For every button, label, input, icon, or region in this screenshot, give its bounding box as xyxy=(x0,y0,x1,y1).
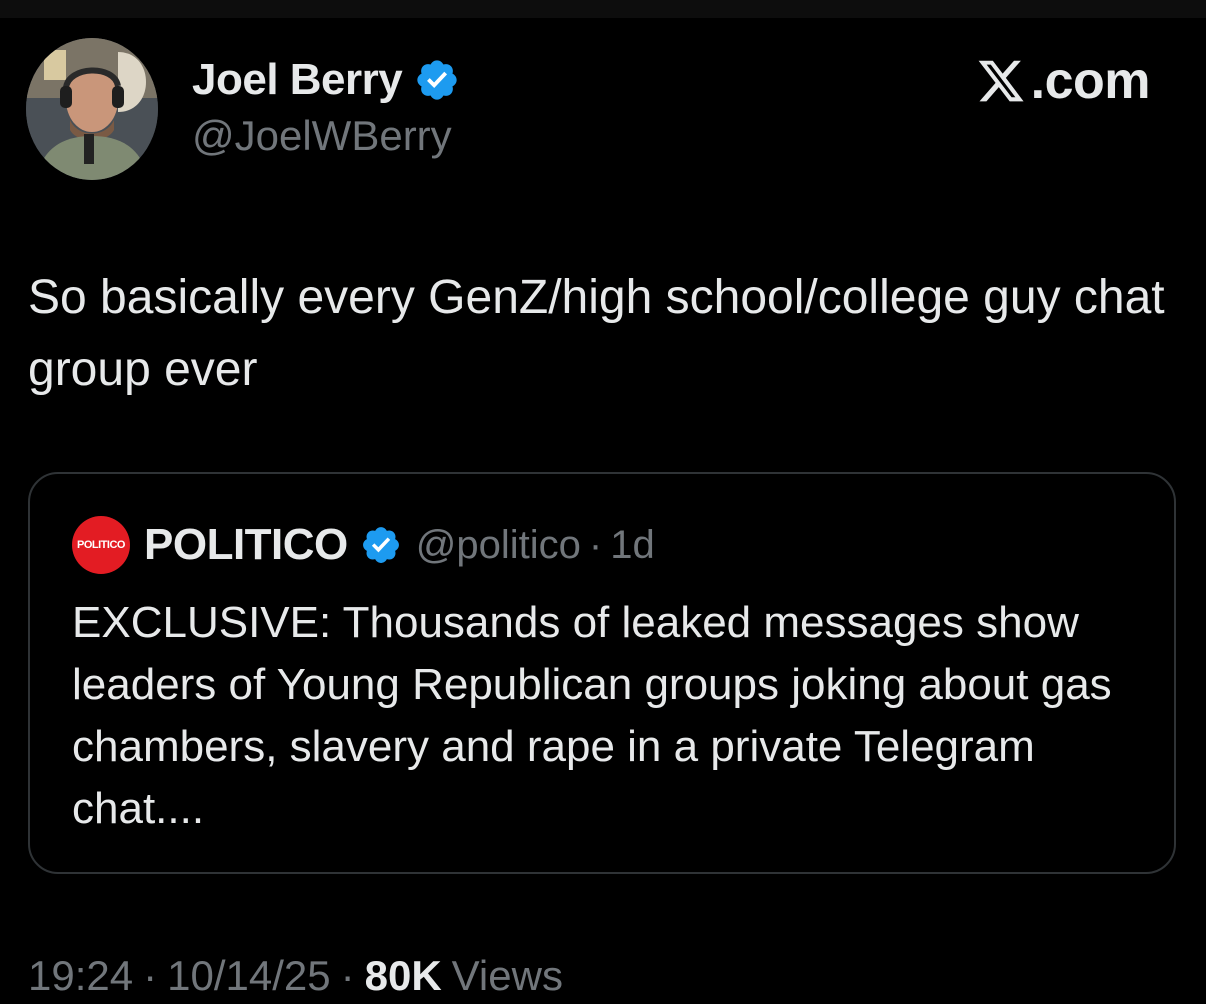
politico-logo[interactable]: POLITICO xyxy=(72,516,130,574)
x-brand[interactable]: .com xyxy=(975,50,1151,112)
tweet-time[interactable]: 19:24 xyxy=(28,952,133,1000)
politico-logo-text: POLITICO xyxy=(77,539,125,551)
avatar-photo xyxy=(26,38,158,180)
quoted-author-name[interactable]: POLITICO xyxy=(144,520,348,570)
brand-domain-label: .com xyxy=(1030,52,1151,110)
author-name[interactable]: Joel Berry xyxy=(192,55,403,105)
quoted-author-handle[interactable]: @politico xyxy=(416,523,581,568)
quoted-tweet-text: EXCLUSIVE: Thousands of leaked messages … xyxy=(72,598,1112,833)
tweet-text: So basically every GenZ/high school/coll… xyxy=(28,271,1165,396)
quoted-tweet-header: POLITICO POLITICO @politico · 1d xyxy=(72,516,655,574)
quoted-tweet-card[interactable]: POLITICO POLITICO @politico · 1d EXCLUSI… xyxy=(28,472,1176,874)
author-avatar[interactable] xyxy=(26,38,158,180)
quoted-verified-badge-icon xyxy=(360,524,402,566)
views-count[interactable]: 80K xyxy=(365,952,442,1000)
author-name-row: Joel Berry xyxy=(192,52,460,108)
top-status-strip xyxy=(0,0,1206,18)
views-label: Views xyxy=(451,952,563,999)
quoted-timestamp[interactable]: 1d xyxy=(610,523,655,568)
x-logo-icon xyxy=(978,60,1024,102)
tweet-meta: 19:24 · 10/14/25 · 80K Views xyxy=(28,948,563,1004)
meta-separator: · xyxy=(340,952,355,999)
tweet-date[interactable]: 10/14/25 xyxy=(167,952,331,1000)
verified-badge-icon xyxy=(414,57,460,103)
author-handle[interactable]: @JoelWBerry xyxy=(192,112,452,160)
meta-separator: · xyxy=(143,952,158,999)
quoted-separator: · xyxy=(588,522,603,567)
